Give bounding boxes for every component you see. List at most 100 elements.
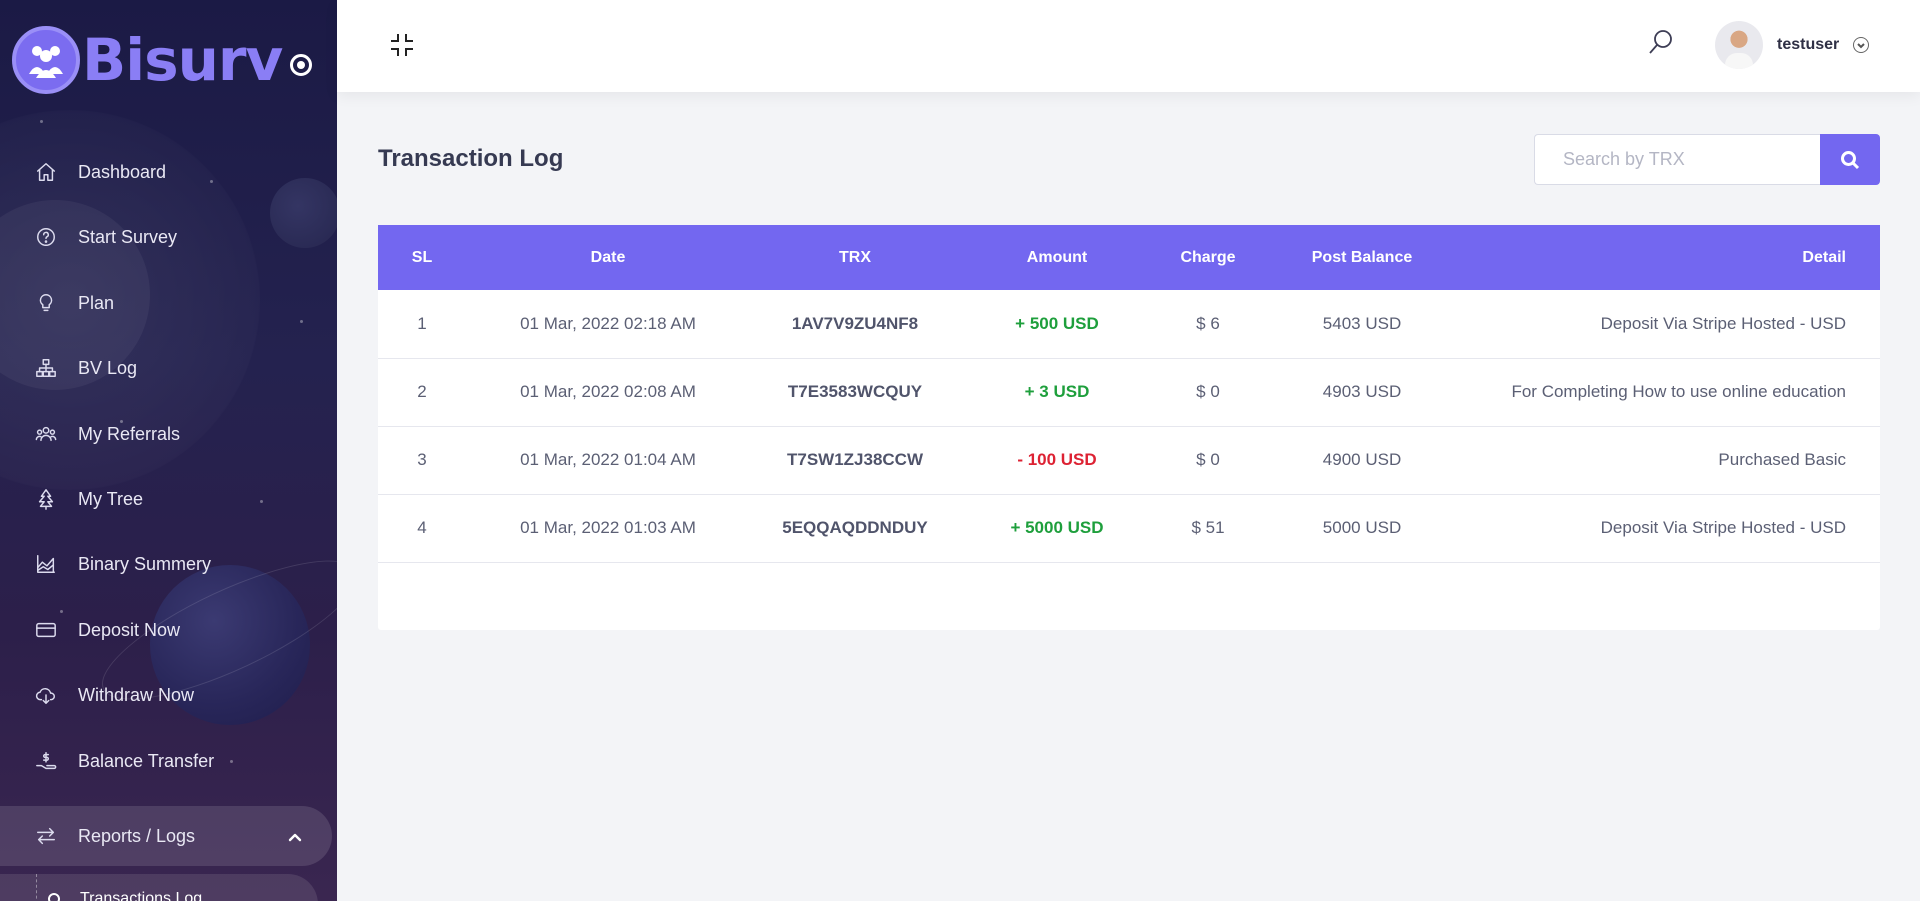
cell-charge: $ 6 [1196, 313, 1220, 333]
username: testuser [1777, 36, 1840, 53]
cell-amount: - 100 USD [1017, 450, 1097, 469]
transaction-table-card: SL Date TRX Amount Charge Post Balance D… [378, 225, 1880, 630]
cell-post-balance: 5403 USD [1322, 313, 1402, 333]
sidebar-item-reports-logs[interactable]: Reports / Logs [0, 806, 332, 866]
sidebar-item-label: BV Log [78, 357, 138, 378]
sidebar-item-withdraw-now[interactable]: Withdraw Now [0, 667, 337, 723]
cell-date: 01 Mar, 2022 02:18 AM [520, 313, 696, 333]
cell-trx: 5EQQAQDDNDUY [782, 518, 928, 537]
question-circle-icon [34, 225, 58, 249]
cell-date: 01 Mar, 2022 01:03 AM [520, 518, 696, 537]
cell-sl: 3 [417, 450, 427, 469]
sidebar-item-label: My Tree [78, 488, 144, 509]
cell-sl: 4 [417, 518, 427, 537]
trx-search-form [1534, 134, 1880, 185]
cell-charge: $ 0 [1196, 450, 1220, 469]
cell-detail: Purchased Basic [1718, 450, 1846, 469]
chevron-down-icon [1853, 37, 1870, 53]
sidebar-item-label: Plan [78, 292, 115, 313]
sidebar-item-my-referrals[interactable]: My Referrals [0, 406, 337, 462]
lightbulb-icon [34, 291, 58, 315]
sidebar-item-label: My Referrals [78, 423, 181, 444]
sidebar-item-label: Binary Summery [78, 553, 212, 574]
cell-amount: + 5000 USD [1010, 518, 1104, 537]
sidebar-item-label: Dashboard [78, 161, 167, 182]
cell-amount: + 3 USD [1024, 382, 1090, 401]
table-row: 4 01 Mar, 2022 01:03 AM 5EQQAQDDNDUY + 5… [378, 494, 1880, 562]
avatar [1715, 21, 1763, 69]
brand-name: Bisurv [82, 26, 283, 94]
submenu-divider [36, 874, 37, 901]
header-search-button[interactable] [1647, 28, 1677, 58]
cell-charge: $ 0 [1196, 382, 1220, 401]
sidebar-item-plan[interactable]: Plan [0, 275, 337, 331]
trx-search-button[interactable] [1820, 134, 1880, 185]
column-header-detail: Detail [1802, 248, 1846, 266]
sidebar-item-binary-summery[interactable]: Binary Summery [0, 536, 337, 592]
table-row: 2 01 Mar, 2022 02:08 AM T7E3583WCQUY + 3… [378, 358, 1880, 426]
cell-date: 01 Mar, 2022 02:08 AM [520, 382, 696, 401]
column-header-charge: Charge [1180, 248, 1236, 266]
trx-search-input[interactable] [1534, 134, 1820, 185]
sidebar-item-dashboard[interactable]: Dashboard [0, 144, 337, 200]
sidebar-item-balance-transfer[interactable]: Balance Transfer [0, 733, 337, 789]
sidebar-item-deposit-now[interactable]: Deposit Now [0, 602, 337, 658]
column-header-trx: TRX [839, 248, 871, 266]
sidebar-item-bv-log[interactable]: BV Log [0, 340, 337, 396]
table-header-row: SL Date TRX Amount Charge Post Balance D… [378, 225, 1880, 290]
sidebar: Bisurv Dashboard Start Survey Plan BV Lo… [0, 0, 337, 901]
cell-amount: + 500 USD [1015, 313, 1099, 333]
column-header-post-balance: Post Balance [1311, 248, 1413, 266]
tree-icon [34, 487, 58, 511]
cell-trx: T7SW1ZJ38CCW [786, 450, 924, 469]
cell-sl: 1 [417, 313, 427, 333]
star-decoration [40, 120, 43, 123]
sidebar-item-label: Deposit Now [78, 619, 181, 640]
cell-charge: $ 51 [1191, 518, 1225, 537]
table-row: 1 01 Mar, 2022 02:18 AM 1AV7V9ZU4NF8 + 5… [378, 290, 1880, 358]
cloud-download-icon [34, 683, 58, 707]
cell-post-balance: 5000 USD [1322, 518, 1402, 537]
column-header-sl: SL [411, 248, 433, 266]
area-chart-icon [34, 552, 58, 576]
chevron-up-icon [288, 828, 302, 849]
cell-detail: Deposit Via Stripe Hosted - USD [1600, 518, 1846, 537]
cell-trx: T7E3583WCQUY [787, 382, 923, 401]
exchange-icon [34, 824, 58, 848]
cell-date: 01 Mar, 2022 01:04 AM [520, 450, 696, 469]
page-title: Transaction Log [378, 145, 564, 172]
column-header-amount: Amount [1026, 248, 1088, 266]
sidebar-item-label: Start Survey [78, 226, 178, 247]
search-icon [1649, 30, 1672, 54]
hand-dollar-icon [34, 749, 58, 773]
search-icon [1841, 150, 1860, 169]
home-icon [34, 160, 58, 184]
users-icon [34, 422, 58, 446]
cell-post-balance: 4903 USD [1322, 382, 1402, 401]
transaction-table: SL Date TRX Amount Charge Post Balance D… [378, 225, 1880, 563]
logo-radio-icon [290, 54, 313, 76]
logo-people-icon [12, 26, 80, 94]
sidebar-subitem-transactions-log[interactable]: Transactions Log [48, 890, 202, 901]
column-header-date: Date [590, 248, 626, 266]
collapse-sidebar-button[interactable] [387, 30, 417, 60]
brand-logo[interactable]: Bisurv [12, 24, 313, 96]
table-row: 3 01 Mar, 2022 01:04 AM T7SW1ZJ38CCW - 1… [378, 426, 1880, 494]
sitemap-icon [34, 356, 58, 380]
circle-icon [48, 893, 60, 901]
compress-icon [391, 34, 413, 56]
cell-detail: For Completing How to use online educati… [1511, 382, 1846, 401]
cell-detail: Deposit Via Stripe Hosted - USD [1600, 313, 1846, 333]
sidebar-item-label: Balance Transfer [78, 750, 215, 771]
sidebar-item-my-tree[interactable]: My Tree [0, 471, 337, 527]
user-menu[interactable]: testuser [1715, 20, 1870, 70]
cell-post-balance: 4900 USD [1322, 450, 1402, 469]
sidebar-item-label: Reports / Logs [78, 825, 196, 846]
cell-sl: 2 [417, 382, 427, 401]
sidebar-subitem-label: Transactions Log [80, 890, 203, 901]
sidebar-item-label: Withdraw Now [78, 684, 195, 705]
cell-trx: 1AV7V9ZU4NF8 [791, 313, 919, 333]
top-header: testuser [337, 0, 1920, 92]
credit-card-icon [34, 618, 58, 642]
sidebar-item-start-survey[interactable]: Start Survey [0, 209, 337, 265]
